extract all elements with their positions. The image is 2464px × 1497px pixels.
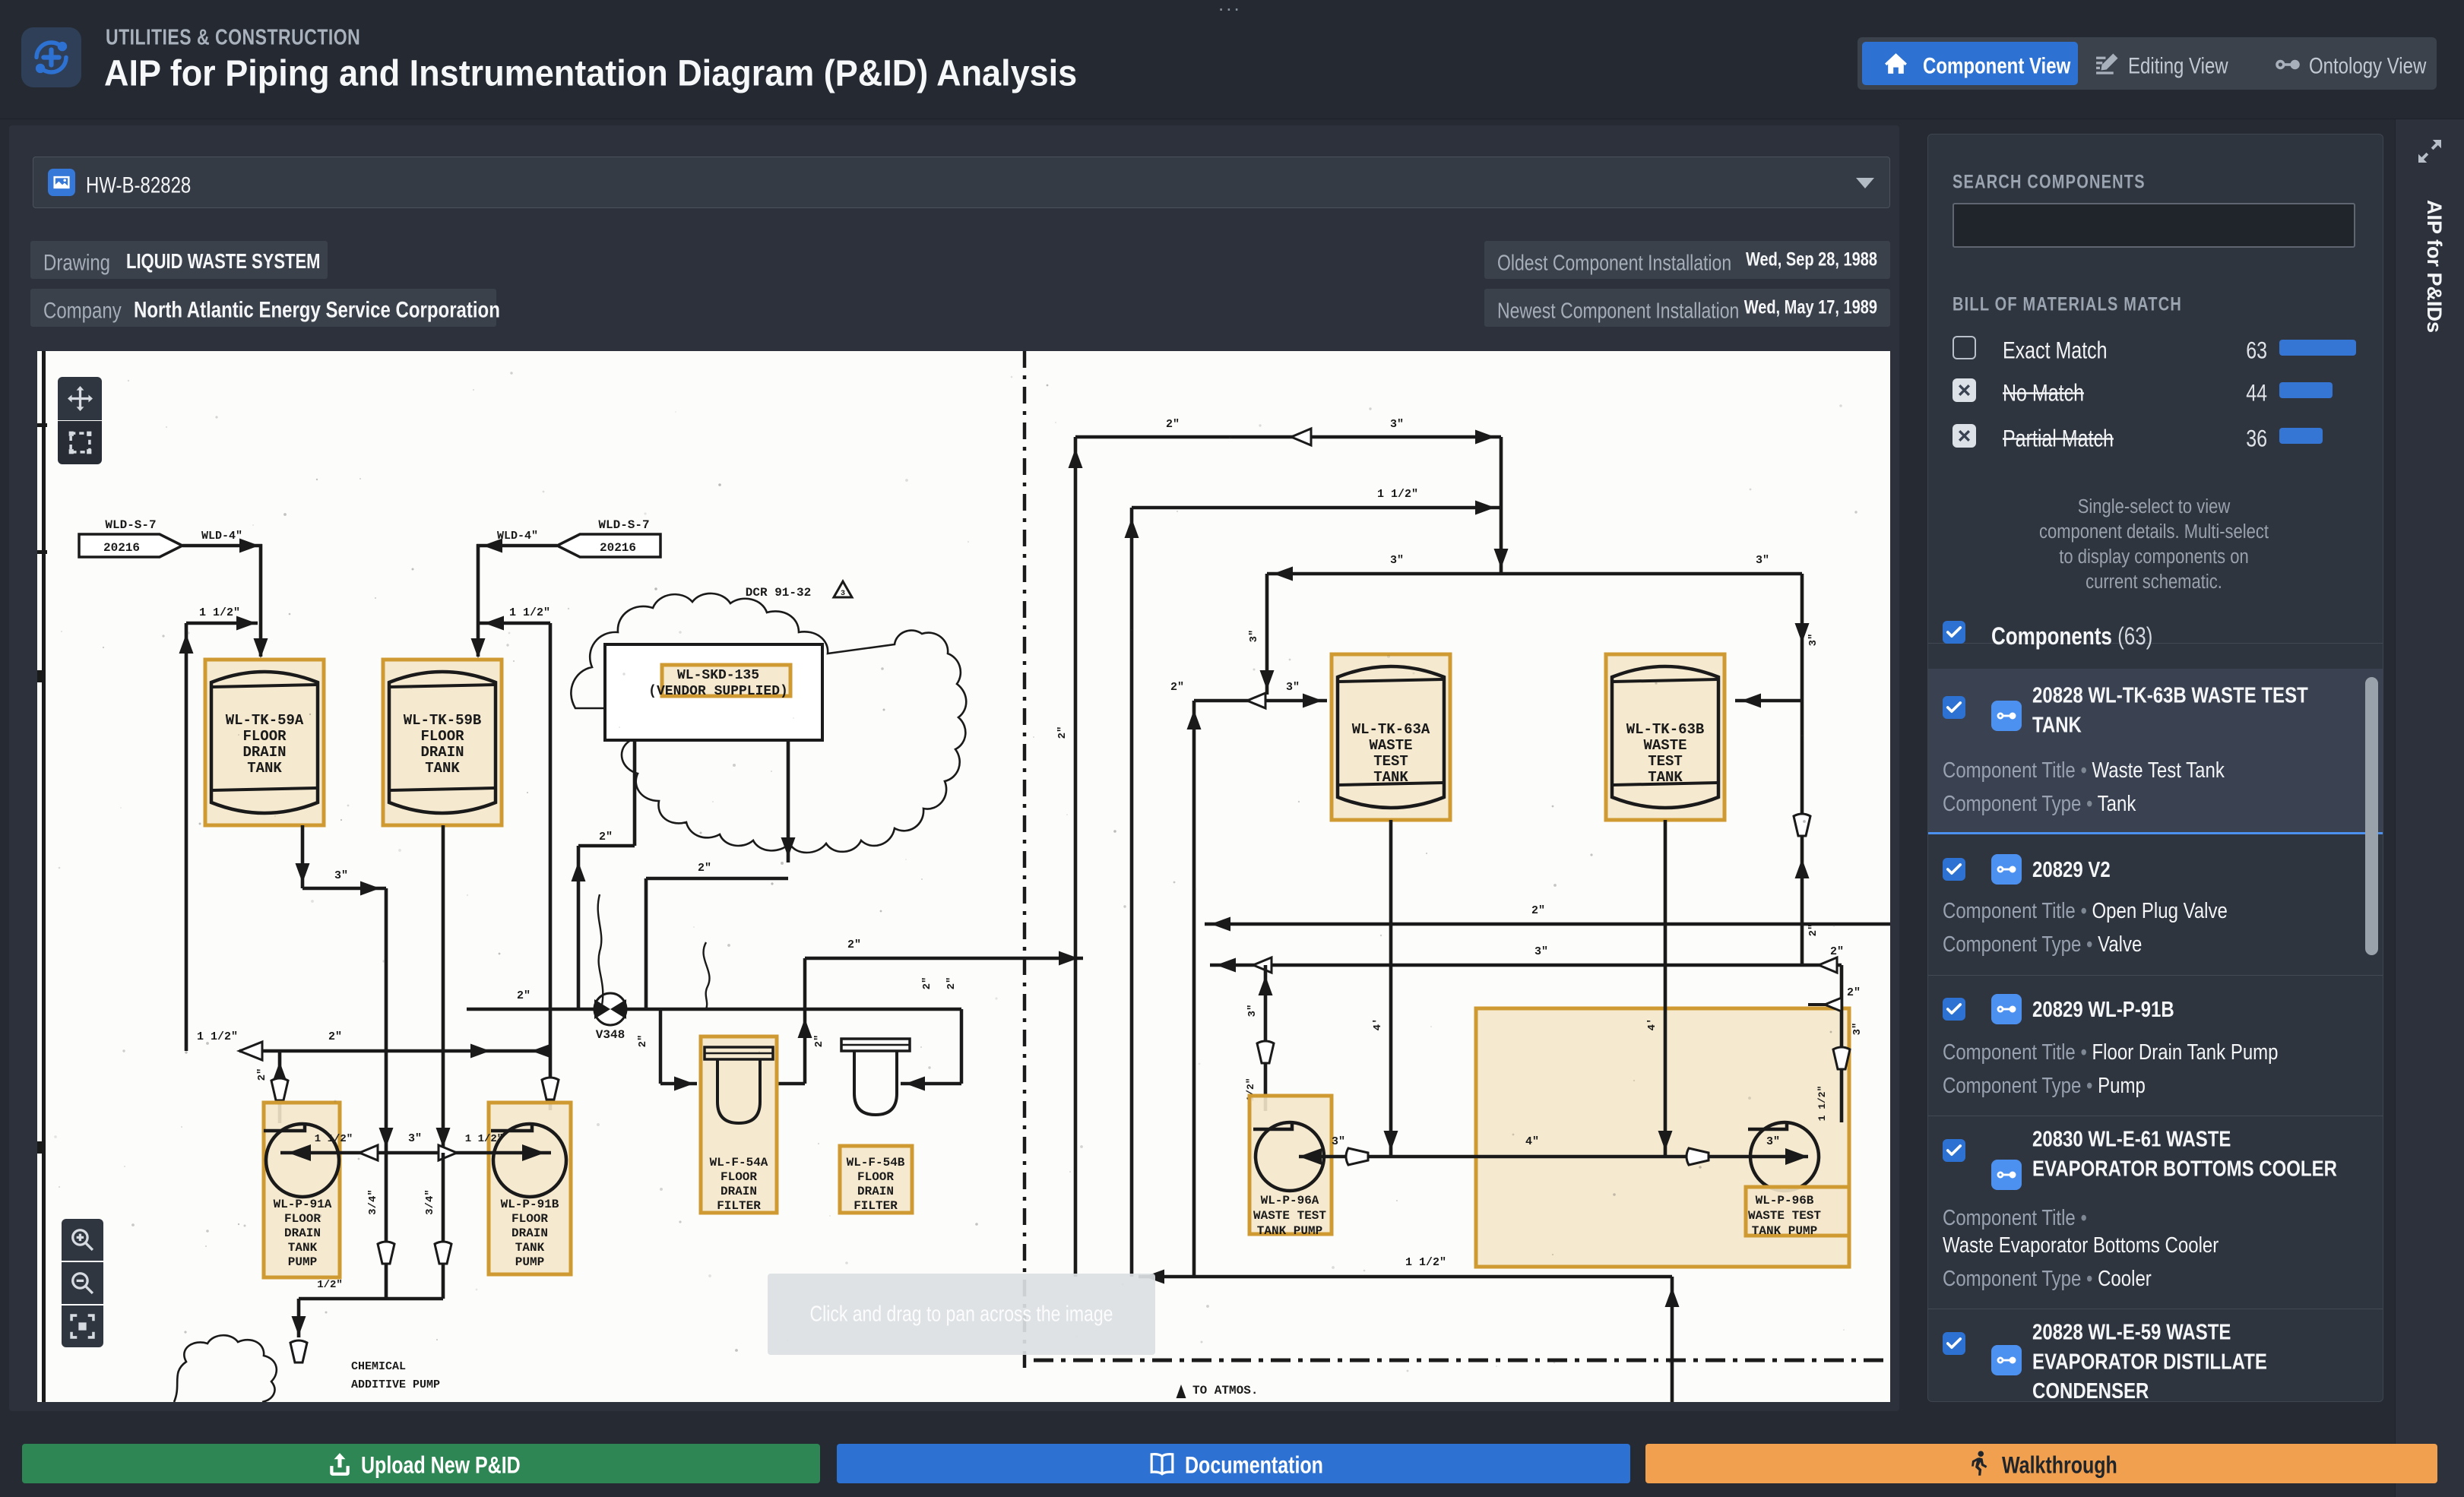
svg-text:TANK: TANK bbox=[515, 1241, 545, 1255]
svg-text:2": 2" bbox=[1531, 904, 1545, 917]
svg-text:TANK: TANK bbox=[1648, 769, 1683, 786]
svg-text:4': 4' bbox=[1646, 1018, 1658, 1031]
svg-text:1 1/2": 1 1/2" bbox=[509, 606, 550, 619]
svg-text:WASTE: WASTE bbox=[1369, 737, 1412, 754]
svg-text:3": 3" bbox=[1766, 1135, 1780, 1148]
svg-text:WASTE TEST: WASTE TEST bbox=[1253, 1209, 1326, 1223]
svg-text:3": 3" bbox=[408, 1132, 422, 1145]
svg-text:2": 2" bbox=[847, 938, 861, 951]
svg-text:1 1/2": 1 1/2" bbox=[1405, 1256, 1446, 1269]
svg-text:FLOOR: FLOOR bbox=[511, 1212, 548, 1226]
svg-text:2": 2" bbox=[256, 1068, 268, 1081]
svg-text:2": 2" bbox=[921, 977, 933, 990]
svg-text:1 1/2": 1 1/2" bbox=[1816, 1086, 1828, 1122]
svg-text:CHEMICAL: CHEMICAL bbox=[351, 1360, 406, 1373]
svg-text:2": 2" bbox=[599, 831, 613, 843]
svg-text:WL-P-91A: WL-P-91A bbox=[274, 1198, 332, 1211]
svg-text:2": 2" bbox=[1830, 945, 1844, 958]
svg-text:WL-TK-63B: WL-TK-63B bbox=[1626, 721, 1705, 738]
svg-text:2": 2" bbox=[328, 1030, 342, 1043]
svg-text:1/2": 1/2" bbox=[317, 1279, 343, 1291]
svg-text:3": 3" bbox=[1807, 634, 1819, 647]
svg-text:WL-P-96A: WL-P-96A bbox=[1261, 1194, 1319, 1207]
svg-text:FLOOR: FLOOR bbox=[242, 728, 287, 745]
svg-text:2": 2" bbox=[1056, 726, 1069, 739]
svg-text:4": 4" bbox=[1525, 1135, 1539, 1148]
svg-text:DCR 91-32: DCR 91-32 bbox=[746, 586, 811, 600]
svg-text:1 1/2": 1 1/2" bbox=[465, 1133, 503, 1145]
svg-text:V348: V348 bbox=[596, 1028, 625, 1042]
svg-text:2": 2" bbox=[517, 989, 530, 1002]
svg-text:WASTE TEST: WASTE TEST bbox=[1748, 1209, 1821, 1223]
svg-text:WL-F-54B: WL-F-54B bbox=[847, 1156, 905, 1169]
svg-text:1 1/2": 1 1/2" bbox=[199, 606, 240, 619]
svg-text:FLOOR: FLOOR bbox=[284, 1212, 321, 1226]
svg-text:PUMP: PUMP bbox=[288, 1255, 317, 1269]
svg-text:3/4": 3/4" bbox=[367, 1189, 379, 1215]
svg-text:DRAIN: DRAIN bbox=[721, 1185, 757, 1198]
svg-text:DRAIN: DRAIN bbox=[857, 1185, 894, 1198]
svg-text:1 1/2": 1 1/2" bbox=[197, 1030, 238, 1043]
svg-text:PUMP: PUMP bbox=[515, 1255, 544, 1269]
svg-text:2": 2" bbox=[1847, 986, 1861, 999]
svg-text:3": 3" bbox=[1390, 554, 1404, 567]
svg-text:WLD-S-7: WLD-S-7 bbox=[105, 518, 156, 532]
svg-text:FLOOR: FLOOR bbox=[721, 1170, 757, 1184]
svg-text:3": 3" bbox=[1390, 418, 1404, 431]
svg-text:2": 2" bbox=[698, 862, 711, 875]
svg-text:TANK: TANK bbox=[425, 760, 460, 777]
svg-text:WL-F-54A: WL-F-54A bbox=[710, 1156, 768, 1169]
svg-text:3: 3 bbox=[841, 590, 845, 598]
svg-text:WL-SKD-135: WL-SKD-135 bbox=[677, 668, 759, 683]
svg-text:ADDITIVE PUMP: ADDITIVE PUMP bbox=[351, 1378, 440, 1391]
svg-text:TANK PUMP: TANK PUMP bbox=[1752, 1224, 1817, 1238]
svg-text:2": 2" bbox=[637, 1035, 649, 1048]
svg-text:FLOOR: FLOOR bbox=[420, 728, 464, 745]
svg-text:2": 2" bbox=[813, 1035, 825, 1048]
svg-text:FILTER: FILTER bbox=[854, 1199, 898, 1213]
svg-text:DRAIN: DRAIN bbox=[284, 1226, 321, 1240]
svg-text:WL-TK-63A: WL-TK-63A bbox=[1352, 721, 1430, 738]
svg-text:3": 3" bbox=[334, 869, 348, 882]
svg-text:20216: 20216 bbox=[600, 541, 636, 555]
svg-text:3": 3" bbox=[1534, 945, 1548, 958]
svg-text:DRAIN: DRAIN bbox=[511, 1226, 548, 1240]
svg-text:DRAIN: DRAIN bbox=[242, 744, 286, 761]
svg-text:4': 4' bbox=[1372, 1018, 1384, 1031]
svg-text:WL-P-96B: WL-P-96B bbox=[1756, 1194, 1814, 1207]
svg-text:FILTER: FILTER bbox=[717, 1199, 761, 1213]
svg-text:3": 3" bbox=[1286, 681, 1300, 694]
svg-text:(VENDOR SUPPLIED): (VENDOR SUPPLIED) bbox=[648, 684, 788, 699]
svg-text:WLD-4": WLD-4" bbox=[201, 530, 242, 543]
svg-text:3/4": 3/4" bbox=[424, 1189, 436, 1215]
svg-text:20216: 20216 bbox=[103, 541, 140, 555]
svg-text:2": 2" bbox=[945, 977, 958, 990]
svg-text:DRAIN: DRAIN bbox=[420, 744, 464, 761]
svg-text:2": 2" bbox=[1166, 418, 1180, 431]
svg-text:3": 3" bbox=[1248, 630, 1260, 643]
svg-text:WLD-4": WLD-4" bbox=[497, 530, 538, 543]
svg-text:WASTE: WASTE bbox=[1643, 737, 1686, 754]
svg-text:TO ATMOS.: TO ATMOS. bbox=[1192, 1384, 1258, 1397]
svg-text:TEST: TEST bbox=[1373, 753, 1408, 770]
svg-text:TANK: TANK bbox=[1373, 769, 1408, 786]
svg-text:3": 3" bbox=[1332, 1135, 1345, 1148]
svg-text:3": 3" bbox=[1851, 1023, 1864, 1036]
svg-text:TANK: TANK bbox=[288, 1241, 318, 1255]
svg-text:WL-P-91B: WL-P-91B bbox=[501, 1198, 559, 1211]
svg-text:1 1/2": 1 1/2" bbox=[315, 1133, 353, 1145]
svg-text:TANK: TANK bbox=[247, 760, 282, 777]
svg-text:TEST: TEST bbox=[1648, 753, 1683, 770]
svg-text:WL-TK-59B: WL-TK-59B bbox=[404, 712, 482, 729]
svg-text:3": 3" bbox=[1756, 554, 1769, 567]
svg-text:1 1/2": 1 1/2" bbox=[1377, 488, 1418, 501]
svg-text:FLOOR: FLOOR bbox=[857, 1170, 894, 1184]
svg-text:TANK PUMP: TANK PUMP bbox=[1257, 1224, 1322, 1238]
svg-text:WLD-S-7: WLD-S-7 bbox=[598, 518, 649, 532]
svg-text:3": 3" bbox=[1246, 1005, 1259, 1018]
svg-text:2": 2" bbox=[1170, 681, 1184, 694]
svg-text:WL-TK-59A: WL-TK-59A bbox=[226, 712, 304, 729]
